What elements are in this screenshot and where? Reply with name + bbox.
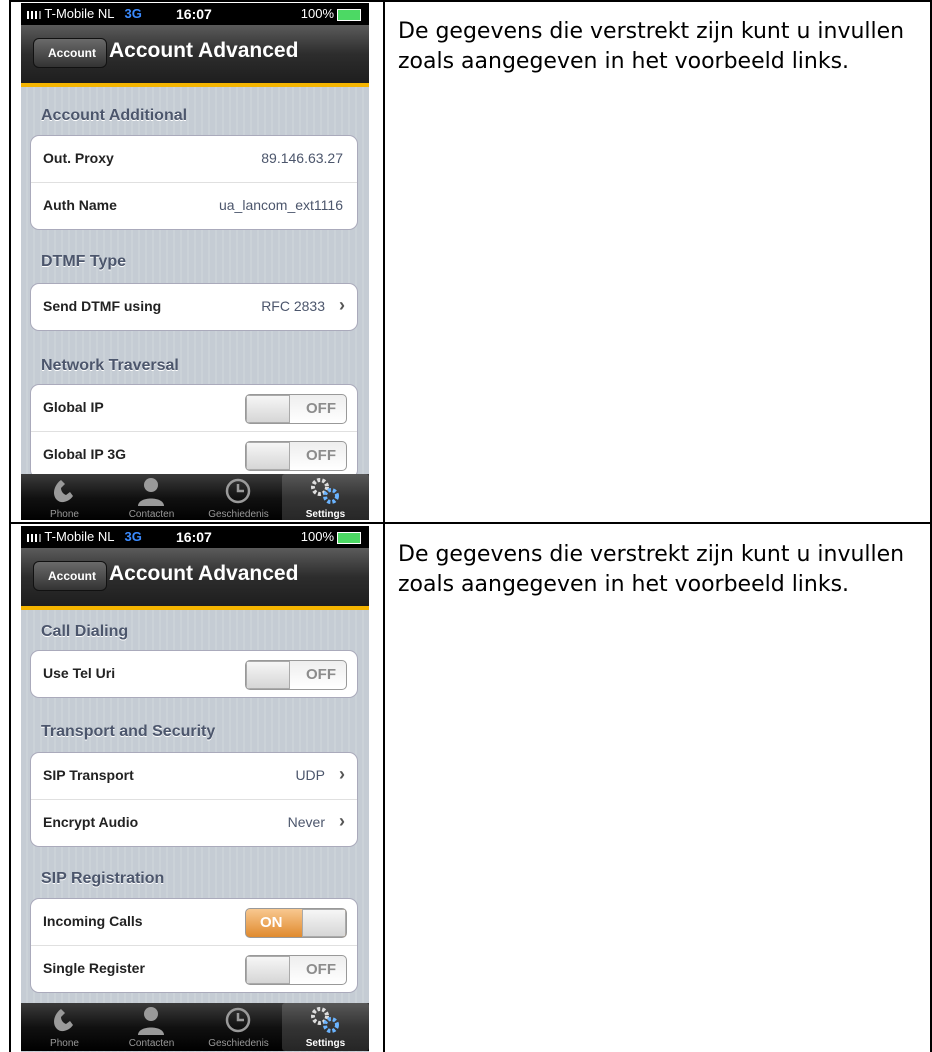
chevron-right-icon: › bbox=[339, 295, 345, 315]
use-tel-uri-toggle[interactable]: OFF bbox=[245, 660, 347, 690]
tab-geschiedenis[interactable]: Geschiedenis bbox=[195, 474, 282, 520]
tab-contacten[interactable]: Contacten bbox=[108, 1003, 195, 1051]
tab-settings[interactable]: Settings bbox=[282, 1003, 369, 1051]
setting-row-auth-name[interactable]: Auth Name ua_lancom_ext1116 bbox=[31, 183, 357, 229]
tab-bar: Phone Contacten Geschiedenis Settings bbox=[21, 474, 369, 520]
settings-group: Out. Proxy 89.146.63.27 Auth Name ua_lan… bbox=[30, 135, 358, 230]
table-border-left bbox=[9, 0, 11, 1052]
table-border-middle bbox=[383, 0, 385, 1052]
setting-row-single-register: Single Register OFF bbox=[31, 946, 357, 992]
tab-phone[interactable]: Phone bbox=[21, 1003, 108, 1051]
setting-value: Never bbox=[287, 814, 325, 830]
setting-row-incoming-calls: Incoming Calls ON bbox=[31, 899, 357, 946]
page-title: Account Advanced bbox=[109, 562, 299, 585]
setting-label: Global IP 3G bbox=[43, 446, 126, 462]
carrier-name: T-Mobile NL bbox=[44, 6, 115, 21]
battery-icon bbox=[337, 531, 361, 544]
person-icon bbox=[138, 478, 164, 506]
settings-group: Incoming Calls ON Single Register OFF bbox=[30, 898, 358, 993]
phone-icon bbox=[54, 480, 73, 503]
tab-phone[interactable]: Phone bbox=[21, 474, 108, 520]
setting-label: Global IP bbox=[43, 399, 104, 415]
battery-icon bbox=[337, 8, 361, 21]
setting-label: Incoming Calls bbox=[43, 913, 143, 929]
setting-row-encrypt-audio[interactable]: Encrypt Audio Never › bbox=[31, 800, 357, 846]
chevron-right-icon: › bbox=[339, 811, 345, 831]
status-bar: T-Mobile NL 3G 16:07 100% bbox=[21, 526, 369, 548]
setting-row-global-ip: Global IP OFF bbox=[31, 385, 357, 432]
network-type: 3G bbox=[124, 529, 142, 544]
page-title: Account Advanced bbox=[109, 39, 299, 62]
status-bar: T-Mobile NL 3G 16:07 100% bbox=[21, 3, 369, 25]
setting-label: Use Tel Uri bbox=[43, 665, 116, 681]
global-ip-3g-toggle[interactable]: OFF bbox=[245, 441, 347, 471]
signal-icon bbox=[27, 10, 41, 19]
section-header: SIP Registration bbox=[41, 870, 165, 887]
setting-value: 89.146.63.27 bbox=[261, 150, 343, 166]
document-table: T-Mobile NL 3G 16:07 100% Account Account… bbox=[0, 0, 932, 1052]
setting-row-send-dtmf[interactable]: Send DTMF using RFC 2833 › bbox=[31, 284, 357, 330]
back-button[interactable]: Account bbox=[33, 38, 107, 68]
signal-icon bbox=[27, 533, 41, 542]
tab-contacten[interactable]: Contacten bbox=[108, 474, 195, 520]
global-ip-toggle[interactable]: OFF bbox=[245, 394, 347, 424]
clock: 16:07 bbox=[176, 529, 212, 545]
setting-row-global-ip-3g: Global IP 3G OFF bbox=[31, 432, 357, 478]
setting-row-sip-transport[interactable]: SIP Transport UDP › bbox=[31, 753, 357, 800]
phone-icon bbox=[54, 1009, 73, 1032]
table-border-top bbox=[9, 0, 932, 2]
battery-percent: 100% bbox=[300, 529, 334, 544]
setting-label: Single Register bbox=[43, 960, 145, 976]
section-header: Network Traversal bbox=[41, 357, 179, 374]
gears-icon bbox=[311, 478, 339, 504]
network-type: 3G bbox=[124, 6, 142, 21]
incoming-calls-toggle[interactable]: ON bbox=[245, 908, 347, 938]
phone-screenshot-2: T-Mobile NL 3G 16:07 100% Account Account… bbox=[21, 526, 369, 1052]
setting-label: Send DTMF using bbox=[43, 298, 162, 314]
navigation-bar: Account Account Advanced bbox=[21, 25, 369, 87]
phone-screenshot-1: T-Mobile NL 3G 16:07 100% Account Account… bbox=[21, 3, 369, 520]
back-button[interactable]: Account bbox=[33, 561, 107, 591]
setting-value: ua_lancom_ext1116 bbox=[218, 197, 343, 213]
person-icon bbox=[138, 1007, 164, 1035]
navigation-bar: Account Account Advanced bbox=[21, 548, 369, 610]
settings-group: Send DTMF using RFC 2833 › bbox=[30, 283, 358, 331]
tab-geschiedenis[interactable]: Geschiedenis bbox=[195, 1003, 282, 1051]
section-header: Account Additional bbox=[41, 107, 188, 124]
tab-settings[interactable]: Settings bbox=[282, 474, 369, 520]
clock-icon bbox=[225, 478, 251, 504]
clock: 16:07 bbox=[176, 6, 212, 22]
setting-label: SIP Transport bbox=[43, 767, 134, 783]
setting-label: Out. Proxy bbox=[43, 150, 114, 166]
settings-group: Global IP OFF Global IP 3G OFF bbox=[30, 384, 358, 479]
settings-group: SIP Transport UDP › Encrypt Audio Never … bbox=[30, 752, 358, 847]
table-row-divider bbox=[9, 522, 932, 524]
section-header: DTMF Type bbox=[41, 253, 127, 270]
setting-value: RFC 2833 bbox=[261, 298, 325, 314]
instruction-text-1: De gegevens die verstrekt zijn kunt u in… bbox=[398, 19, 905, 74]
setting-value: UDP bbox=[295, 767, 325, 783]
chevron-right-icon: › bbox=[339, 764, 345, 784]
tab-bar: Phone Contacten Geschiedenis Settings bbox=[21, 1003, 369, 1051]
clock-icon bbox=[225, 1007, 251, 1033]
setting-label: Auth Name bbox=[43, 197, 117, 213]
single-register-toggle[interactable]: OFF bbox=[245, 955, 347, 985]
battery-percent: 100% bbox=[300, 6, 334, 21]
carrier-name: T-Mobile NL bbox=[44, 529, 115, 544]
section-header: Call Dialing bbox=[41, 623, 129, 640]
setting-label: Encrypt Audio bbox=[43, 814, 139, 830]
gears-icon bbox=[311, 1007, 339, 1033]
settings-group: Use Tel Uri OFF bbox=[30, 650, 358, 698]
section-header: Transport and Security bbox=[41, 723, 216, 740]
setting-row-out-proxy[interactable]: Out. Proxy 89.146.63.27 bbox=[31, 136, 357, 183]
instruction-text-2: De gegevens die verstrekt zijn kunt u in… bbox=[398, 542, 905, 597]
setting-row-use-tel-uri: Use Tel Uri OFF bbox=[31, 651, 357, 697]
